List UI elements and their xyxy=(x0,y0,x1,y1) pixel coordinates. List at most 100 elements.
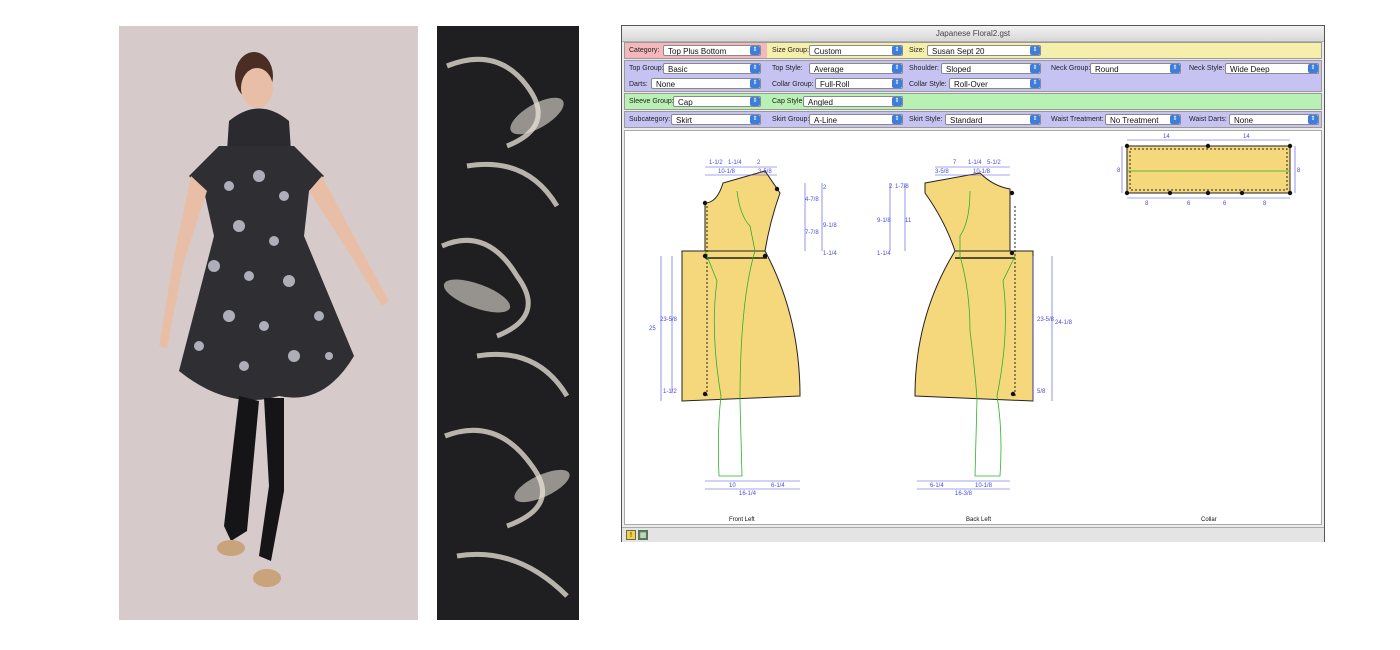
neck-group-label: Neck Group: xyxy=(1051,65,1091,72)
darts-label: Darts: xyxy=(629,81,648,88)
chevron-updown-icon: ⇕ xyxy=(1030,64,1040,73)
subcategory-label: Subcategory: xyxy=(629,116,671,123)
front-dim-top-2: 1-1/4 xyxy=(728,160,742,166)
back-dim-right-2: 24-1/8 xyxy=(1055,320,1073,326)
size-select[interactable]: Susan Sept 20 ⇕ xyxy=(927,45,1041,56)
back-dim-left-1: 1-7/8 xyxy=(895,184,909,190)
collar-group-label: Collar Group: xyxy=(772,81,814,88)
front-dim-left-2: 23-5/8 xyxy=(660,317,678,323)
pattern-drawing: 1-1/2 1-1/4 2 10-1/8 3-5/8 2 4-7/8 9-1/8… xyxy=(649,134,1301,523)
chevron-updown-icon: ⇕ xyxy=(1030,115,1040,124)
chevron-updown-icon: ⇕ xyxy=(750,115,760,124)
neck-group-select[interactable]: Round ⇕ xyxy=(1090,63,1181,74)
size-group-label: Size Group: xyxy=(772,47,809,54)
skirt-style-label: Skirt Style: xyxy=(909,116,943,123)
collar-dim-top-2: 14 xyxy=(1243,134,1250,140)
collar-style-label: Collar Style: xyxy=(909,81,947,88)
chevron-updown-icon: ⇕ xyxy=(892,115,902,124)
front-dim-bottom-2: 6-1/4 xyxy=(771,483,785,489)
front-skirt-piece[interactable] xyxy=(681,250,801,402)
top-group-label: Top Group: xyxy=(629,65,664,72)
front-dim-right-2: 4-7/8 xyxy=(805,197,819,203)
front-dim-left-3: 1-1/2 xyxy=(663,389,677,395)
front-bodice-piece[interactable] xyxy=(704,170,781,252)
chevron-updown-icon: ⇕ xyxy=(750,46,760,55)
back-dim-top-4: 3-5/8 xyxy=(935,169,949,175)
top-row: Top Group: Basic ⇕ Top Style: Average ⇕ Sh… xyxy=(624,60,1322,92)
collar-dim-side-2: 8 xyxy=(1297,168,1301,174)
model-photo xyxy=(119,26,418,620)
front-dim-right-4: 7-7/8 xyxy=(805,230,819,236)
front-caption: Front Left xyxy=(729,517,755,523)
chevron-updown-icon: ⇕ xyxy=(1308,64,1318,73)
cap-style-select[interactable]: Angled ⇕ xyxy=(803,96,903,107)
front-dim-left-1: 25 xyxy=(649,326,656,332)
size-label: Size: xyxy=(909,47,925,54)
front-dim-right-5: 1-1/4 xyxy=(823,251,837,257)
pattern-app-window: Japanese Floral2.gst Category: Top Plus … xyxy=(621,25,1325,542)
front-dim-right-1: 2 xyxy=(823,185,827,191)
collar-dim-bottom-3: 6 xyxy=(1223,201,1227,207)
subcategory-row: Subcategory: Skirt ⇕ Skirt Group: A-Line ⇕… xyxy=(624,111,1322,128)
collar-dim-bottom-4: 8 xyxy=(1263,201,1267,207)
collar-piece[interactable] xyxy=(1126,145,1291,194)
status-bar: ! ▦ xyxy=(622,527,1324,542)
warning-icon[interactable]: ! xyxy=(626,530,636,540)
front-dim-top-3: 2 xyxy=(757,160,761,166)
chevron-updown-icon: ⇕ xyxy=(892,97,902,106)
back-dim-bottom-1: 6-1/4 xyxy=(930,483,944,489)
back-dim-bottom-3: 16-3/8 xyxy=(955,491,973,497)
collar-dim-bottom-1: 8 xyxy=(1145,201,1149,207)
sleeve-row: Sleeve Group: Cap ⇕ Cap Style: Angled ⇕ xyxy=(624,93,1322,110)
waist-treatment-select[interactable]: No Treatment ⇕ xyxy=(1105,114,1181,125)
chevron-updown-icon: ⇕ xyxy=(1170,115,1180,124)
front-dim-top-1: 1-1/2 xyxy=(709,160,723,166)
neck-style-select[interactable]: Wide Deep ⇕ xyxy=(1225,63,1319,74)
waist-treatment-label: Waist Treatment: xyxy=(1051,116,1104,123)
back-dim-right-1: 23-5/8 xyxy=(1037,317,1055,323)
window-title: Japanese Floral2.gst xyxy=(622,26,1324,42)
chevron-updown-icon: ⇕ xyxy=(750,97,760,106)
front-dim-top-4: 10-1/8 xyxy=(718,169,736,175)
front-dim-bottom-1: 10 xyxy=(729,483,736,489)
category-row: Category: Top Plus Bottom ⇕ Size Group: C… xyxy=(624,42,1322,59)
chevron-updown-icon: ⇕ xyxy=(892,64,902,73)
collar-style-select[interactable]: Roll-Over ⇕ xyxy=(949,78,1041,89)
waist-darts-label: Waist Darts: xyxy=(1189,116,1227,123)
chevron-updown-icon: ⇕ xyxy=(750,79,760,88)
chevron-updown-icon: ⇕ xyxy=(1170,64,1180,73)
pattern-canvas[interactable]: 1-1/2 1-1/4 2 10-1/8 3-5/8 2 4-7/8 9-1/8… xyxy=(624,130,1322,525)
fabric-closeup-photo xyxy=(437,26,579,620)
top-style-select[interactable]: Average ⇕ xyxy=(809,63,903,74)
sleeve-group-label: Sleeve Group: xyxy=(629,98,674,105)
sleeve-group-select[interactable]: Cap ⇕ xyxy=(673,96,761,107)
skirt-group-select[interactable]: A-Line ⇕ xyxy=(809,114,903,125)
back-dim-left-2: 2 xyxy=(889,184,893,190)
back-bodice-piece[interactable] xyxy=(924,172,1011,252)
darts-select[interactable]: None ⇕ xyxy=(651,78,761,89)
category-select[interactable]: Top Plus Bottom ⇕ xyxy=(663,45,761,56)
back-dim-left-4: 11 xyxy=(905,218,912,224)
back-caption: Back Left xyxy=(966,517,991,523)
back-dim-left-5: 1-1/4 xyxy=(877,251,891,257)
grid-icon[interactable]: ▦ xyxy=(638,530,648,540)
collar-group-select[interactable]: Full-Roll ⇕ xyxy=(815,78,903,89)
collar-dim-side-1: 8 xyxy=(1117,168,1121,174)
chevron-updown-icon: ⇕ xyxy=(892,46,902,55)
chevron-updown-icon: ⇕ xyxy=(1308,115,1318,124)
size-group-select[interactable]: Custom ⇕ xyxy=(809,45,903,56)
front-dim-top-5: 3-5/8 xyxy=(758,169,772,175)
back-dim-top-2: 1-1/4 xyxy=(968,160,982,166)
shoulder-select[interactable]: Sloped ⇕ xyxy=(941,63,1041,74)
top-group-select[interactable]: Basic ⇕ xyxy=(663,63,761,74)
back-dim-top-5: 10-1/8 xyxy=(973,169,991,175)
skirt-style-select[interactable]: Standard ⇕ xyxy=(945,114,1041,125)
waist-darts-select[interactable]: None ⇕ xyxy=(1229,114,1319,125)
back-dim-bottom-2: 10-1/8 xyxy=(975,483,993,489)
subcategory-select[interactable]: Skirt ⇕ xyxy=(671,114,761,125)
cap-style-label: Cap Style: xyxy=(772,98,805,105)
collar-caption: Collar xyxy=(1201,517,1217,523)
top-style-label: Top Style: xyxy=(772,65,803,72)
back-dim-top-1: 7 xyxy=(953,160,957,166)
front-dim-right-3: 9-1/8 xyxy=(823,223,837,229)
